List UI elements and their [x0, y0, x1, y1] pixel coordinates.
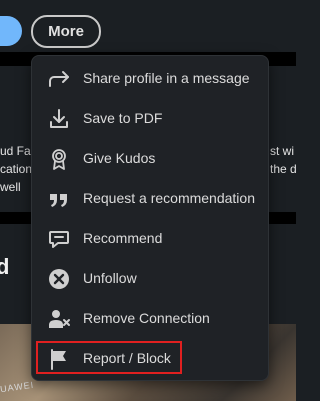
menu-item-label: Request a recommendation [83, 190, 255, 206]
report-block-highlight [36, 341, 182, 374]
menu-item-label: Give Kudos [83, 150, 156, 166]
menu-item-label: Save to PDF [83, 110, 163, 126]
person-remove-icon [47, 307, 71, 331]
about-text-line: well [0, 180, 21, 194]
menu-item-request-recommendation[interactable]: Request a recommendation [32, 178, 268, 218]
profile-page: More ud Fa st wi cation the d well d UAW… [0, 0, 296, 401]
kudos-medal-icon [47, 147, 71, 171]
menu-item-label: Unfollow [83, 270, 137, 286]
quote-icon [47, 187, 71, 211]
photo-brand-text: UAWEI [0, 379, 35, 395]
primary-action-button[interactable] [0, 16, 22, 46]
menu-item-give-kudos[interactable]: Give Kudos [32, 138, 268, 178]
section-heading: d [0, 254, 10, 279]
profile-action-bar: More [0, 0, 296, 52]
menu-item-remove-connection[interactable]: Remove Connection [32, 298, 268, 338]
close-circle-icon [47, 267, 71, 291]
menu-item-unfollow[interactable]: Unfollow [32, 258, 268, 298]
menu-item-label: Remove Connection [83, 310, 210, 326]
share-arrow-icon [47, 67, 71, 91]
menu-item-save-pdf[interactable]: Save to PDF [32, 98, 268, 138]
more-button[interactable]: More [31, 15, 101, 48]
download-icon [47, 107, 71, 131]
about-text-line: the d [270, 162, 296, 176]
speech-bubble-icon [47, 227, 71, 251]
about-text-line: cation [0, 162, 33, 176]
about-text-line: st wi [270, 144, 294, 158]
more-dropdown-menu: Share profile in a message Save to PDF G… [31, 55, 269, 381]
menu-item-label: Recommend [83, 230, 163, 246]
menu-item-label: Share profile in a message [83, 70, 250, 86]
menu-item-share-profile[interactable]: Share profile in a message [32, 58, 268, 98]
menu-item-recommend[interactable]: Recommend [32, 218, 268, 258]
about-text-line: ud Fa [0, 144, 31, 158]
